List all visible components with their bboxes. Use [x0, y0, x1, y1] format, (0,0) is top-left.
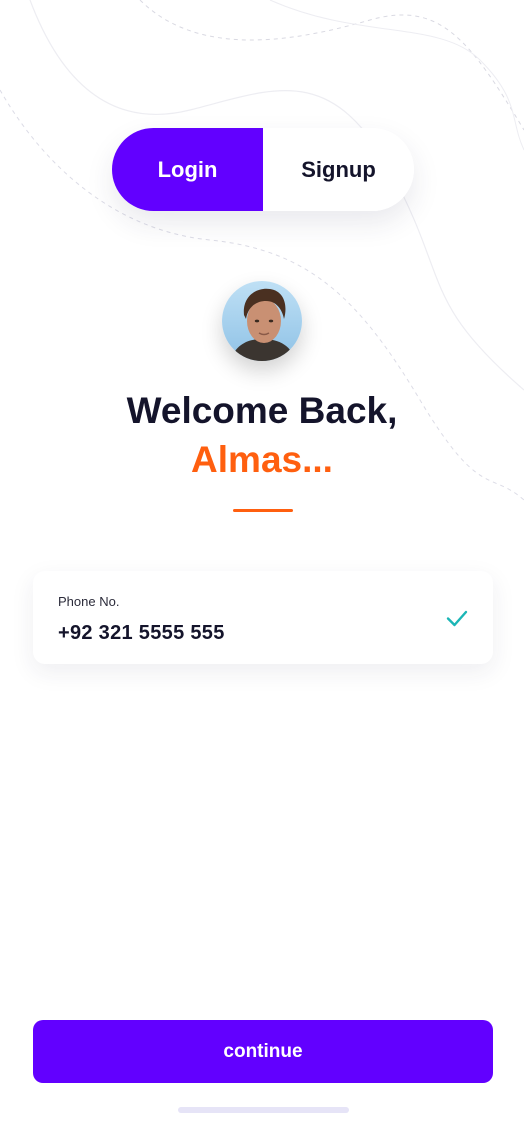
home-indicator	[178, 1107, 349, 1113]
phone-input[interactable]: +92 321 5555 555	[58, 622, 225, 645]
tab-signup[interactable]: Signup	[263, 128, 414, 211]
user-avatar-icon	[222, 281, 302, 361]
check-icon	[446, 610, 468, 627]
accent-divider	[233, 509, 293, 512]
welcome-heading: Welcome Back,	[126, 390, 398, 431]
continue-button[interactable]: continue	[33, 1020, 493, 1083]
auth-toggle: Login Signup	[112, 128, 414, 211]
user-name: Almas...	[191, 439, 333, 480]
phone-field[interactable]: Phone No. +92 321 5555 555	[33, 571, 493, 664]
phone-label: Phone No.	[58, 594, 120, 609]
tab-login[interactable]: Login	[112, 128, 263, 211]
avatar	[222, 281, 302, 361]
